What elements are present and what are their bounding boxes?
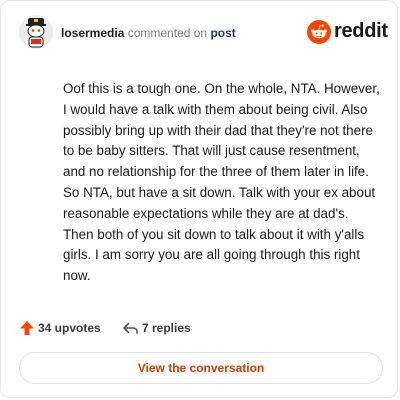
upvote-arrow-icon — [20, 321, 34, 335]
upvote-count: 34 upvotes — [38, 321, 101, 335]
reddit-wordmark: reddit — [334, 20, 388, 42]
reply-arrow-icon — [123, 322, 138, 334]
comment-byline: losermedia commented on post — [61, 26, 236, 40]
user-avatar[interactable] — [19, 15, 53, 49]
reply-count: 7 replies — [142, 321, 191, 335]
upvote-button[interactable]: 34 upvotes — [19, 319, 115, 337]
comment-body: Oof this is a tough one. On the whole, N… — [63, 81, 380, 284]
reddit-logo[interactable]: reddit — [307, 19, 388, 45]
comment-header: losermedia commented on post reddit — [19, 15, 388, 51]
reddit-snoo-icon — [307, 20, 331, 44]
username-link[interactable]: losermedia — [61, 26, 124, 40]
comment-card: losermedia commented on post reddit Oof … — [0, 0, 398, 398]
view-conversation-button[interactable]: View the conversation — [19, 352, 383, 384]
snoo-avatar-icon — [19, 15, 53, 49]
post-link[interactable]: post — [210, 26, 235, 40]
comment-actions: 34 upvotes 7 replies — [19, 319, 339, 337]
replies-button[interactable]: 7 replies — [122, 319, 212, 337]
byline-action-text: commented on — [127, 26, 208, 40]
